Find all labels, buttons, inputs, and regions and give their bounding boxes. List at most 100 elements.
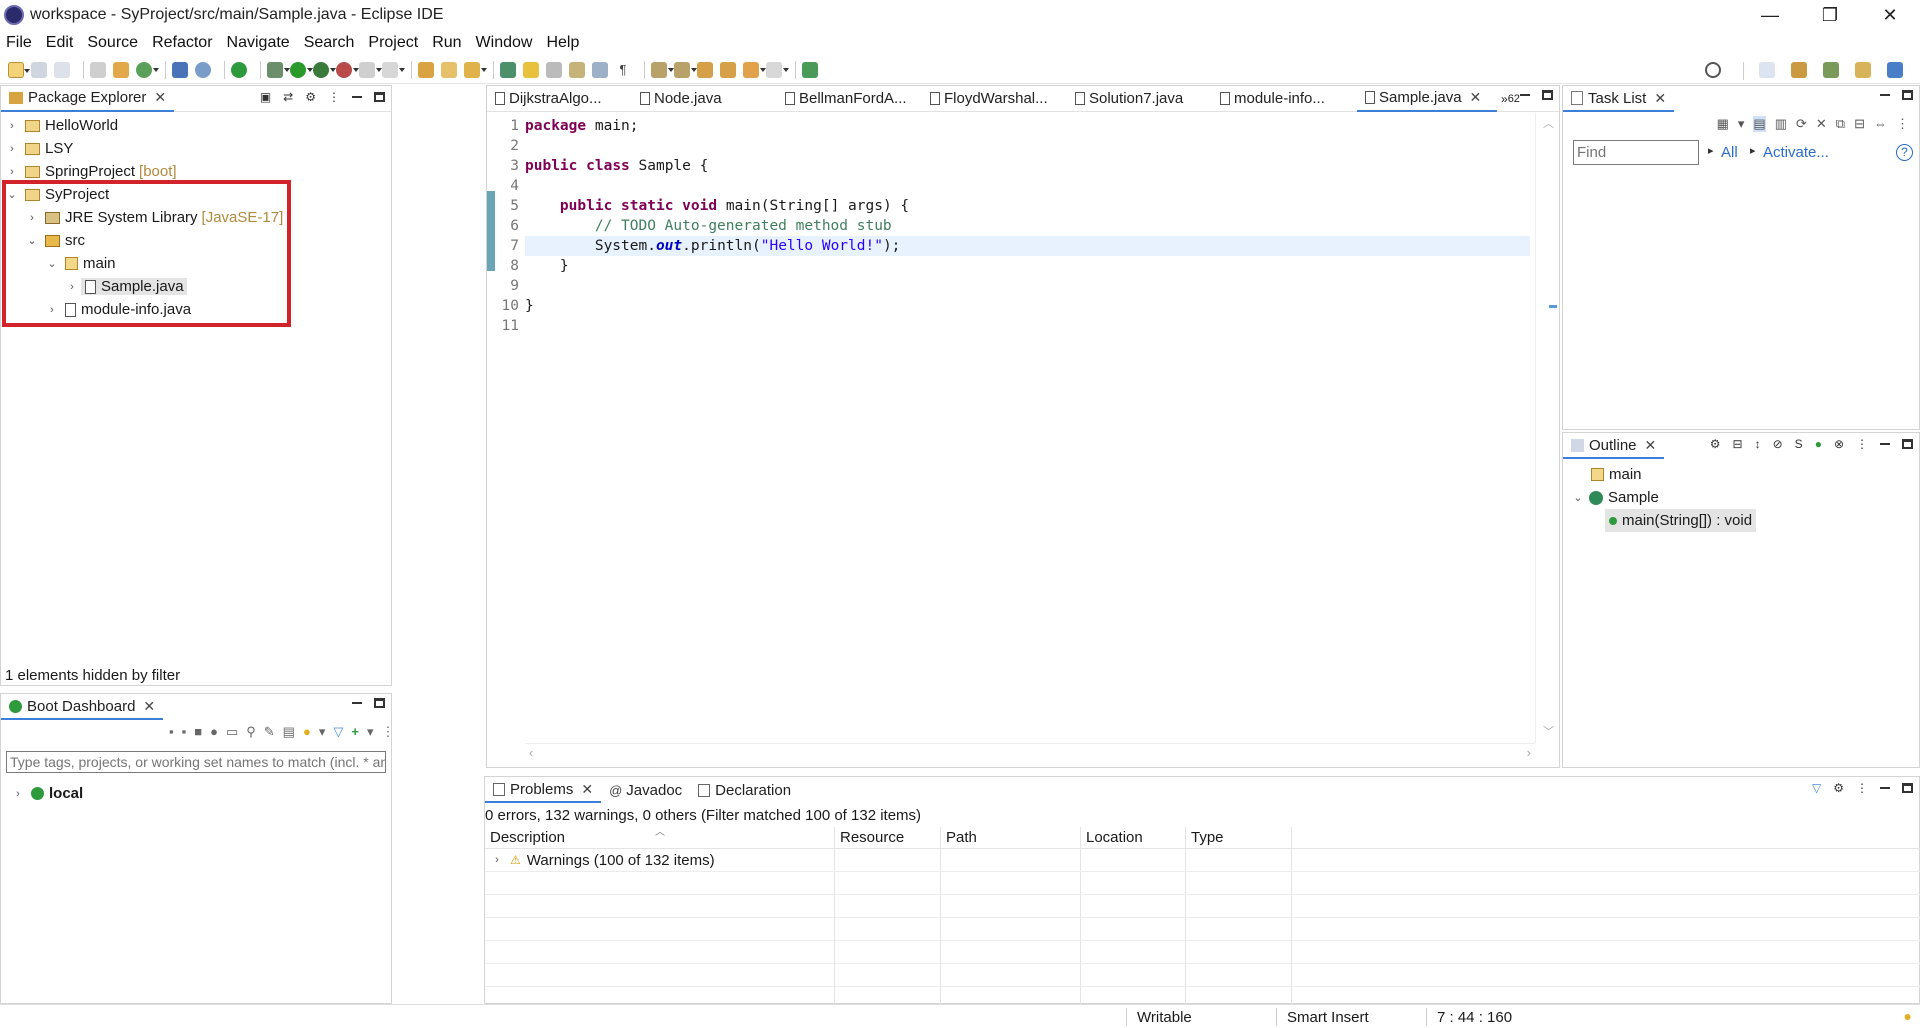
help-icon[interactable]: ? [1896,144,1913,161]
filter-icon[interactable]: ▽ [333,724,343,740]
pen-icon[interactable] [464,61,487,78]
last-edit-icon[interactable] [697,61,713,78]
scroll-right-icon[interactable]: › [1527,745,1531,760]
columns-icon[interactable]: ▤ [283,724,295,740]
maximize-view-icon[interactable] [1902,783,1913,793]
close-icon[interactable]: ✕ [143,698,155,715]
pin-editor-icon[interactable] [802,61,818,78]
hide-static-icon[interactable]: S [1795,437,1803,451]
table-row[interactable]: › ⚠ Warnings (100 of 132 items) [485,849,1920,872]
tab-problems[interactable]: Problems ✕ [485,777,602,803]
annotation-icon[interactable] [500,61,516,78]
focus-icon[interactable]: ⧉ [1836,116,1845,132]
skip-breakpoints-icon[interactable] [195,61,211,78]
tag-filter-input[interactable] [6,751,386,773]
search-icon[interactable] [1705,62,1721,78]
hide-fields-icon[interactable]: ⊘ [1773,437,1783,451]
last-edit-forward-icon[interactable] [720,61,736,78]
tab-declaration[interactable]: Declaration [690,777,799,803]
add-icon[interactable]: + [351,724,359,740]
editor-tab[interactable]: Solution7.java [1067,86,1212,112]
tab-javadoc[interactable]: @ Javadoc [601,777,690,803]
minimize-view-icon[interactable] [352,702,362,704]
code-editor[interactable]: package main; public class Sample { publ… [525,116,1530,736]
save-icon[interactable] [31,61,47,78]
word-wrap-icon[interactable] [569,61,585,78]
horizontal-scrollbar[interactable]: ‹ › [525,743,1535,763]
close-icon[interactable]: ✕ [1654,90,1666,107]
menu-run[interactable]: Run [432,34,461,52]
all-link[interactable]: All [1721,144,1738,161]
expand-icon[interactable]: › [11,788,25,800]
close-window-button[interactable]: ✕ [1860,0,1920,30]
hide-local-types-icon[interactable]: ⊗ [1834,437,1844,451]
categorized-icon[interactable]: ▤ [1753,116,1766,132]
outline-item-class[interactable]: ⌄ Sample [1571,486,1756,509]
column-type[interactable]: Type [1186,827,1292,848]
menu-source[interactable]: Source [87,34,138,52]
menu-project[interactable]: Project [368,34,418,52]
menu-help[interactable]: Help [546,34,579,52]
block-selection-icon[interactable] [546,61,562,78]
local-target[interactable]: › local [11,782,83,805]
editor-tab[interactable]: DijkstraAlgo... [487,86,632,112]
hide-completed-icon[interactable]: ✕ [1816,116,1827,132]
maximize-view-icon[interactable] [374,92,385,102]
menu-edit[interactable]: Edit [46,34,74,52]
maximize-view-icon[interactable] [374,698,385,708]
editor-tab[interactable]: Sample.java ✕ [1357,85,1497,112]
sort-alpha-icon[interactable]: ↕ [1755,437,1761,451]
collapse-all-icon[interactable]: ⊟ [1854,116,1865,132]
collapse-icon[interactable]: ⌄ [1571,491,1585,504]
debug-icon[interactable]: ● [210,724,218,740]
show-whitespace-icon[interactable] [592,61,608,78]
view-menu-icon[interactable]: ⋮ [381,724,394,740]
print-icon[interactable] [90,61,106,78]
maximize-view-icon[interactable] [1542,90,1553,100]
collapse-all-icon[interactable]: ▣ [260,90,271,104]
start-icon[interactable]: ▪ [169,724,174,740]
dropdown-icon[interactable]: ▾ [319,724,326,740]
forward-icon[interactable] [766,61,789,78]
column-resource[interactable]: Resource [835,827,941,848]
java-perspective-icon[interactable] [1887,62,1903,78]
link-icon[interactable]: ⚲ [246,724,256,740]
task-find-input[interactable] [1573,140,1699,165]
minimize-view-icon[interactable] [1520,94,1530,96]
link-editor-icon[interactable]: ⇄ [283,90,293,104]
restore-button[interactable]: ❐ [1800,0,1860,30]
expand-icon[interactable]: › [5,143,19,155]
save-all-icon[interactable] [54,61,70,78]
expand-icon[interactable]: › [5,166,19,178]
minimize-button[interactable]: — [1740,0,1800,30]
debug-perspective-icon[interactable] [1823,62,1839,78]
link-icon[interactable]: ⇔ [1874,116,1887,132]
editor-tab[interactable]: BellmanFordA... [777,86,922,112]
menu-navigate[interactable]: Navigate [227,34,290,52]
expand-icon[interactable]: › [5,120,19,132]
edit-icon[interactable]: ✎ [264,724,275,740]
scroll-left-icon[interactable]: ‹ [529,745,533,760]
console-icon[interactable]: ▭ [226,724,238,740]
sort-icon[interactable]: ⚙ [1710,437,1721,451]
close-icon[interactable]: ✕ [1645,437,1657,454]
tab-boot-dashboard[interactable]: Boot Dashboard ✕ [1,694,164,720]
run-icon[interactable] [290,61,313,78]
dropdown-icon[interactable]: ▾ [1738,116,1745,132]
stop-icon[interactable] [359,61,382,78]
debug-icon[interactable] [267,61,290,78]
close-icon[interactable]: ✕ [1470,89,1482,106]
highlight-icon[interactable] [523,61,539,78]
open-folder-icon[interactable] [418,61,434,78]
prev-annotation-icon[interactable] [674,61,697,78]
refresh-icon[interactable] [136,61,159,78]
menu-search[interactable]: Search [304,34,355,52]
outline-item-package[interactable]: main [1591,463,1756,486]
team-perspective-icon[interactable] [1855,62,1871,78]
minimize-view-icon[interactable] [1880,443,1890,445]
pilcrow-icon[interactable]: ¶ [615,61,631,78]
menu-refactor[interactable]: Refactor [152,34,212,52]
activate-link[interactable]: Activate... [1763,144,1829,161]
filters-icon[interactable]: ⚙ [305,90,316,104]
menu-window[interactable]: Window [476,34,533,52]
